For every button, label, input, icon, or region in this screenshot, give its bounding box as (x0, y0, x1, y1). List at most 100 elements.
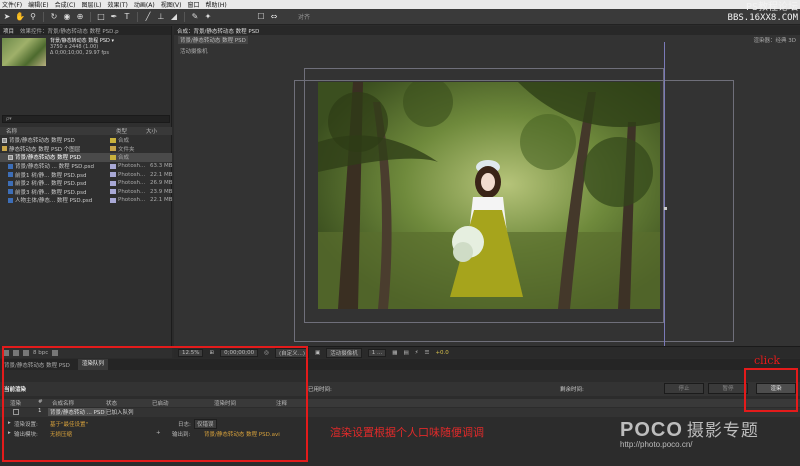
tab-composition[interactable]: 合成：背景/静态转动态 数程 PSD (177, 27, 259, 35)
camera-select[interactable]: 活动摄像机 (326, 347, 362, 358)
psd-icon (8, 180, 13, 186)
project-item-name: 前景1 树/静... 数程 PSD.psd (0, 171, 108, 179)
exposure-value[interactable]: +0.0 (435, 350, 448, 356)
watermark-url: BBS.16XX8.COM (727, 13, 798, 23)
project-item-name: 前景3 树/静... 数程 PSD.psd (0, 188, 108, 196)
project-item[interactable]: 人物主体/静态... 数程 PSD.psd Photosh... 22.1 MB (0, 196, 173, 205)
selection-tool-icon[interactable]: ➤ (2, 12, 12, 22)
menu-help[interactable]: 帮助(H) (206, 0, 227, 9)
folder-icon (2, 146, 7, 152)
project-item[interactable]: 前景2 树/静... 数程 PSD.psd Photosh... 26.9 MB (0, 179, 173, 188)
label-color-swatch[interactable] (110, 189, 116, 195)
project-item-list: 背景/静态转动态 数程 PSD 合成 静态转动态 数程 PSD 个图层 文件夹 背景/静… (0, 136, 173, 205)
tools-toolbar: ➤ ✋ ⚲ ↻ ◉ ⊕ □ ✒ T ╱ ⊥ ◢ ✎ ✦ ☐ ⇔ 对齐 (0, 9, 800, 25)
puppet-tool-icon[interactable]: ✦ (203, 12, 213, 22)
column-size[interactable]: 大小 (146, 127, 166, 135)
project-search-input[interactable]: ρ▾ (2, 115, 170, 123)
psd-icon (8, 163, 13, 169)
tab-project[interactable]: 项目 (3, 27, 14, 35)
project-item-size: 26.9 MB (150, 180, 173, 187)
project-item-label: 前景3 树/静... 数程 PSD.psd (15, 189, 87, 196)
camera-tool-icon[interactable]: ◉ (62, 12, 72, 22)
toolbar-divider (43, 11, 44, 22)
menu-window[interactable]: 窗口 (187, 0, 199, 9)
renderer-label[interactable]: 渲染器：经典 3D (754, 36, 796, 44)
project-item[interactable]: 前景3 树/静... 数程 PSD.psd Photosh... 23.9 MB (0, 188, 173, 197)
highlight-box-bottom-left (2, 346, 308, 462)
label-color-swatch[interactable] (110, 197, 116, 203)
grid-icon[interactable]: ▦ (392, 350, 397, 356)
project-tabs: 项目 效果控件：背景/静态转动态 数程 PSD.p (0, 26, 171, 35)
brush-tool-icon[interactable]: ╱ (143, 12, 153, 22)
breadcrumb: 背景/静态转动态 数程 PSD (178, 36, 248, 44)
menu-edit[interactable]: 编辑(E) (28, 0, 48, 9)
project-item[interactable]: 背景/静态转动 ... 数程 PSD.psd Photosh... 63.3 MB (0, 162, 173, 171)
project-item-type: Photosh... (118, 188, 146, 195)
pause-button[interactable]: 暂停 (708, 383, 748, 394)
menu-layer[interactable]: 图层(L) (82, 0, 102, 9)
fast-preview-icon[interactable]: ⚡ (415, 350, 419, 356)
project-item[interactable]: 静态转动态 数程 PSD 个图层 文件夹 (0, 145, 172, 154)
eraser-tool-icon[interactable]: ◢ (169, 12, 179, 22)
tab-effect-controls[interactable]: 效果控件：背景/静态转动态 数程 PSD.p (20, 27, 119, 35)
label-color-swatch[interactable] (110, 172, 116, 178)
project-item[interactable]: 前景1 树/静... 数程 PSD.psd Photosh... 22.1 MB (0, 170, 173, 179)
transform-handle[interactable] (664, 207, 667, 210)
comp-thumbnail (2, 38, 46, 66)
pen-tool-icon[interactable]: ✒ (109, 12, 119, 22)
hand-tool-icon[interactable]: ✋ (15, 12, 25, 22)
label-color-swatch[interactable] (110, 180, 116, 186)
label-color-swatch[interactable] (110, 137, 116, 143)
project-item-label: 背景/静态转动 ... 数程 PSD.psd (15, 164, 94, 171)
watermark-site: PS教程论坛 (745, 2, 798, 13)
roto-brush-tool-icon[interactable]: ✎ (190, 12, 200, 22)
menu-file[interactable]: 文件(F) (2, 0, 22, 9)
type-tool-icon[interactable]: T (122, 12, 132, 22)
psd-icon (8, 189, 13, 195)
menu-view[interactable]: 视图(V) (161, 0, 182, 9)
guide-line[interactable] (664, 42, 665, 346)
rectangle-tool-icon[interactable]: □ (96, 12, 106, 22)
project-item-name: 背景/静态转动 ... 数程 PSD.psd (0, 162, 108, 170)
forum-watermark: PS教程论坛 BBS.16XX8.COM (727, 2, 798, 24)
comp-icon (2, 137, 7, 143)
timeline-icon[interactable]: ☰ (425, 350, 430, 356)
rotate-tool-icon[interactable]: ↻ (49, 12, 59, 22)
menu-composition[interactable]: 合成(C) (55, 0, 76, 9)
clone-tool-icon[interactable]: ⊥ (156, 12, 166, 22)
project-item-type: Photosh... (118, 171, 146, 178)
project-item-name: 前景2 树/静... 数程 PSD.psd (0, 179, 108, 187)
snap-checkbox-icon[interactable]: ☐ (256, 12, 266, 22)
project-panel: 项目 效果控件：背景/静态转动态 数程 PSD.p 背景/静态转动态 数程 PS… (0, 26, 173, 346)
menu-effect[interactable]: 效果(T) (108, 0, 128, 9)
stop-button[interactable]: 停止 (664, 383, 704, 394)
label-color-swatch[interactable] (110, 154, 116, 160)
active-camera-label: 活动摄像机 (180, 49, 208, 55)
align-label: 对齐 (298, 14, 311, 21)
project-columns: 名称 类型 大小 (0, 127, 172, 135)
forest-photo (318, 82, 660, 309)
comp-duration: Δ 0;00;10;00, 29.97 fps (50, 50, 109, 56)
project-item[interactable]: 背景/静态转动态 数程 PSD 合成 (0, 136, 172, 145)
toolbar-divider (90, 11, 91, 22)
composition-image[interactable] (318, 82, 660, 309)
project-item-size: 23.9 MB (150, 188, 173, 195)
views-select[interactable]: 1 ... (367, 348, 387, 357)
label-color-swatch[interactable] (110, 146, 116, 152)
zoom-tool-icon[interactable]: ⚲ (28, 12, 38, 22)
pan-behind-tool-icon[interactable]: ⊕ (75, 12, 85, 22)
align-arrows-icon[interactable]: ⇔ (269, 12, 279, 22)
column-type[interactable]: 类型 (116, 127, 146, 135)
project-item-name: 人物主体/静态... 数程 PSD.psd (0, 196, 108, 204)
pixel-aspect-icon[interactable]: ▤ (403, 350, 408, 356)
breadcrumb-comp[interactable]: 背景/静态转动态 数程 PSD (178, 36, 248, 44)
label-color-swatch[interactable] (110, 163, 116, 169)
click-annotation: click (754, 354, 781, 367)
column-name[interactable]: 名称 (0, 127, 116, 135)
project-item[interactable]: 背景/静态转动态 数程 PSD 合成 (0, 153, 172, 162)
project-item-type: Photosh... (118, 180, 146, 187)
caption-annotation: 渲染设置根据个人口味随便调调 (330, 426, 484, 439)
menu-animation[interactable]: 动画(A) (134, 0, 155, 9)
project-item-name: 静态转动态 数程 PSD 个图层 (0, 145, 108, 153)
region-icon[interactable]: ▣ (315, 350, 320, 356)
